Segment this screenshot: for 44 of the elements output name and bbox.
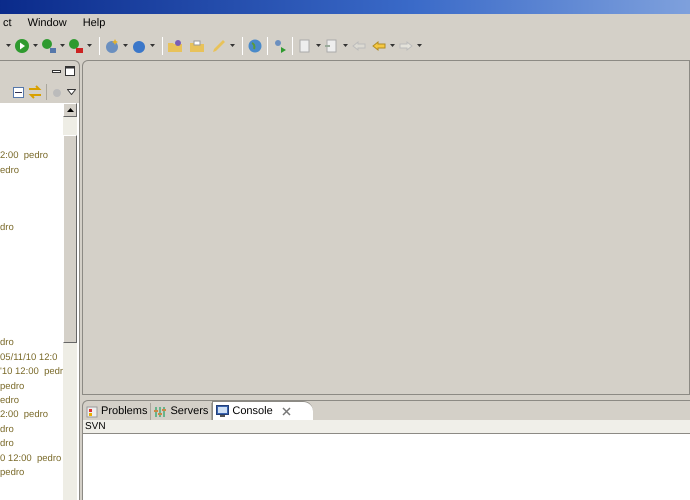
scrollbar[interactable]	[63, 103, 77, 500]
up-arrow-icon[interactable]	[66, 108, 74, 112]
stop-server-icon[interactable]	[68, 38, 84, 54]
tree-item-text[interactable]: dro	[0, 221, 14, 236]
folder-icon[interactable]	[189, 38, 205, 54]
tree-item-text[interactable]: 2:00 pedro	[0, 408, 48, 423]
caret-icon[interactable]	[60, 44, 65, 47]
view-menu-icon[interactable]	[67, 89, 76, 95]
tree-item-text[interactable]: 0 12:00 pedro	[0, 452, 62, 466]
tree-item-text[interactable]: '10 12:00 pedr	[0, 365, 63, 380]
caret-icon[interactable]	[87, 44, 92, 47]
people-arrow-icon[interactable]	[272, 38, 288, 54]
maximize-icon[interactable]	[65, 66, 75, 76]
panel-tab[interactable]: Console	[212, 401, 313, 420]
tree-item-text[interactable]: edro	[0, 394, 20, 408]
console-title: SVN	[85, 420, 106, 434]
collapse-icon[interactable]	[13, 86, 24, 98]
run-icon[interactable]	[14, 38, 30, 54]
menu-item[interactable]: ct	[0, 15, 15, 32]
tree-item-text[interactable]: 2:00 pedro	[0, 149, 48, 164]
tree-item-text[interactable]: dro	[0, 336, 14, 351]
close-icon[interactable]	[282, 406, 291, 416]
caret-icon[interactable]	[6, 44, 11, 47]
tree-item-text[interactable]: edro	[0, 164, 20, 178]
problems-icon	[86, 406, 98, 418]
caret-icon[interactable]	[230, 44, 235, 47]
tree-item-text[interactable]: pedro	[0, 380, 24, 394]
globe-icon[interactable]	[247, 38, 263, 54]
servers-icon	[154, 406, 168, 418]
tree-item-text[interactable]: pedro	[0, 466, 24, 480]
menu-item[interactable]: Window	[24, 15, 70, 32]
caret-icon[interactable]	[123, 44, 128, 47]
caret-icon[interactable]	[316, 44, 321, 47]
tree-item-text[interactable]: dro	[0, 437, 14, 452]
menu-item[interactable]: Help	[80, 15, 108, 32]
caret-icon[interactable]	[343, 44, 348, 47]
caret-icon[interactable]	[150, 44, 155, 47]
caret-icon[interactable]	[417, 44, 422, 47]
monitor-icon	[216, 405, 230, 417]
caret-icon[interactable]	[33, 44, 38, 47]
tree-item-text[interactable]: 05/11/10 12:0	[0, 350, 58, 366]
tree-item-text[interactable]: dro	[0, 422, 14, 437]
folder-icon[interactable]	[167, 38, 183, 54]
caret-icon[interactable]	[390, 44, 395, 47]
